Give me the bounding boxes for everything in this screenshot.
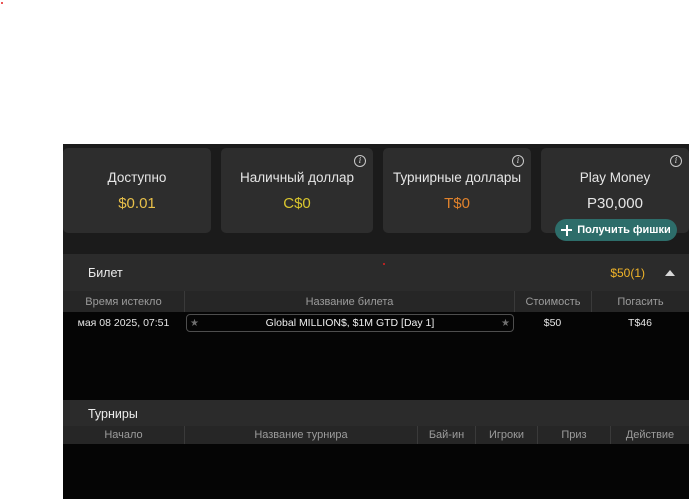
column-header[interactable]: Название турнира: [184, 426, 417, 444]
info-icon[interactable]: i: [670, 155, 682, 167]
section-title: Билет: [88, 266, 123, 280]
ticket-redeem: T$46: [628, 317, 652, 329]
column-header[interactable]: Начало: [63, 426, 184, 444]
marker-dot: [383, 263, 385, 265]
column-header[interactable]: Игроки: [475, 426, 537, 444]
column-header[interactable]: Время истекло: [63, 291, 184, 312]
column-header[interactable]: Стоимость: [514, 291, 591, 312]
plus-icon: [561, 224, 573, 236]
info-icon[interactable]: i: [512, 155, 524, 167]
info-icon[interactable]: i: [354, 155, 366, 167]
chevron-up-icon[interactable]: [665, 270, 675, 276]
star-icon: ★: [501, 318, 510, 329]
tickets-empty-area: [63, 334, 689, 400]
tickets-header[interactable]: Билет $50(1): [63, 254, 689, 291]
balance-card-tournament-dollars: i Турнирные доллары T$0: [383, 148, 531, 233]
balance-value: C$0: [283, 195, 311, 212]
column-header[interactable]: Название билета: [184, 291, 514, 312]
ticket-name-box: ★ Global MILLION$, $1M GTD [Day 1] ★: [186, 314, 514, 332]
balance-value: T$0: [444, 195, 470, 212]
column-header[interactable]: Бай-ин: [417, 426, 475, 444]
tournaments-header[interactable]: Турниры: [63, 400, 689, 426]
get-chips-label: Получить фишки: [577, 224, 671, 236]
balance-label: Турнирные доллары: [392, 170, 522, 185]
marker-dot: [1, 2, 3, 4]
column-header[interactable]: Погасить: [591, 291, 689, 312]
column-header[interactable]: Действие: [610, 426, 689, 444]
ticket-expires: мая 08 2025, 07:51: [77, 317, 170, 329]
tournaments-empty-area: [63, 444, 689, 499]
column-header[interactable]: Приз: [537, 426, 610, 444]
balance-value: P30,000: [587, 195, 643, 212]
balance-card-available: Доступно $0.01: [63, 148, 211, 233]
tickets-column-header: Время истекло Название билета Стоимость …: [63, 291, 689, 312]
get-chips-button[interactable]: Получить фишки: [555, 219, 677, 241]
balance-label: Доступно: [107, 170, 167, 185]
balance-value: $0.01: [118, 195, 156, 212]
ticket-cost: $50: [543, 317, 562, 329]
table-row[interactable]: мая 08 2025, 07:51 ★ Global MILLION$, $1…: [63, 312, 689, 334]
balance-label: Наличный доллар: [239, 170, 355, 185]
tournaments-column-header: Начало Название турнира Бай-ин Игроки Пр…: [63, 426, 689, 444]
ticket-name: Global MILLION$, $1M GTD [Day 1]: [265, 317, 435, 329]
balance-label: Play Money: [579, 170, 651, 185]
balance-card-cash: i Наличный доллар C$0: [221, 148, 373, 233]
ticket-summary: $50(1): [610, 266, 645, 280]
cashier-panel: Доступно $0.01 i Наличный доллар C$0 i Т…: [63, 144, 689, 499]
section-title: Турниры: [88, 407, 138, 421]
